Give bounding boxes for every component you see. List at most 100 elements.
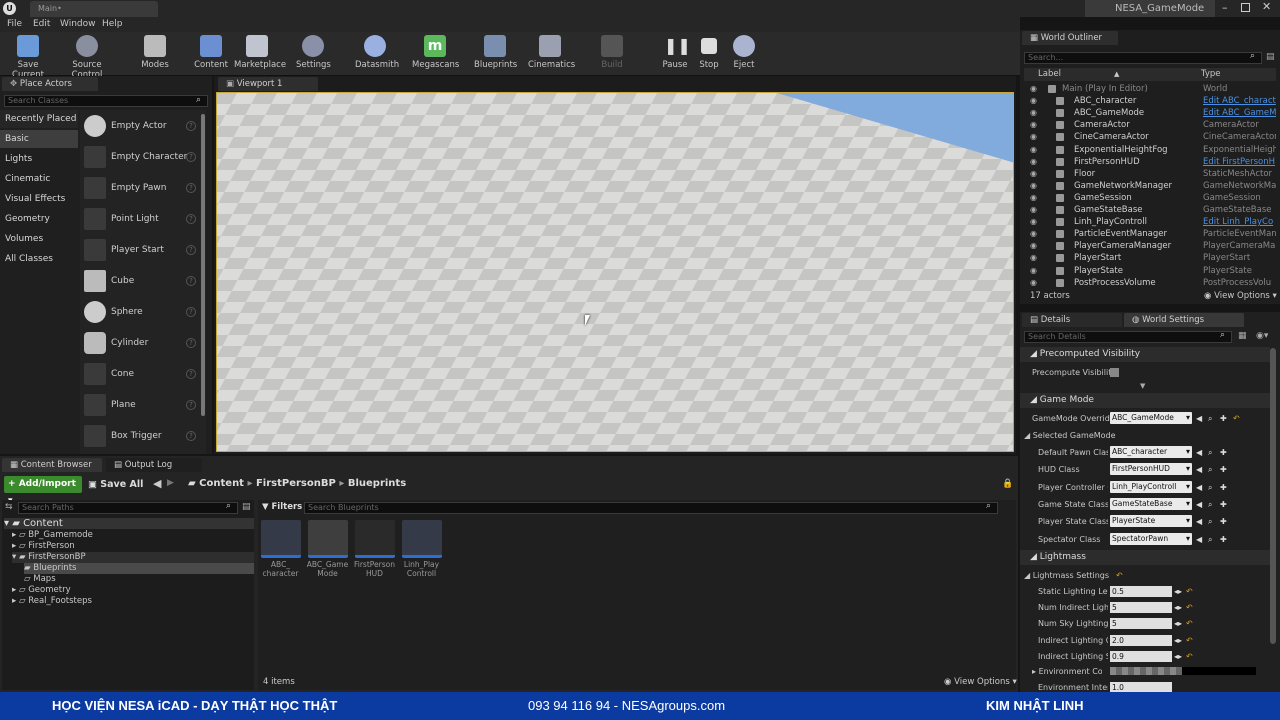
spin-arrows-icon[interactable]: ◂▸: [1174, 583, 1182, 600]
path-options-icon[interactable]: ▤: [242, 502, 251, 512]
breadcrumb-blueprints[interactable]: Blueprints: [348, 478, 406, 489]
visibility-eye-icon[interactable]: ◉: [1030, 193, 1039, 202]
help-icon[interactable]: ?: [186, 431, 196, 441]
help-icon[interactable]: ?: [186, 276, 196, 286]
class-dropdown[interactable]: ABC_character: [1110, 446, 1192, 458]
save-current-button[interactable]: Save Current: [4, 34, 52, 80]
help-icon[interactable]: ?: [186, 338, 196, 348]
tree-firstperson[interactable]: ▸ ▱ FirstPerson: [12, 541, 75, 552]
outliner-row[interactable]: ◉ PlayerState PlayerState: [1024, 265, 1276, 277]
visibility-eye-icon[interactable]: ◉: [1030, 242, 1039, 250]
place-actors-tab[interactable]: ✥ Place Actors: [2, 77, 98, 91]
numeric-input[interactable]: 2.0: [1110, 634, 1172, 646]
add-import-button[interactable]: + Add/Import ▾: [4, 476, 82, 506]
spin-arrows-icon[interactable]: ◂▸: [1174, 632, 1182, 649]
actor-player-start[interactable]: Player Start?: [82, 237, 204, 265]
precompute-visibility-checkbox[interactable]: [1110, 368, 1119, 377]
reset-icon[interactable]: ↶: [1186, 632, 1193, 649]
actor-cylinder[interactable]: Cylinder?: [82, 330, 204, 358]
search-classes-input[interactable]: Search Classes: [4, 95, 208, 107]
expand-arrow-icon[interactable]: ▼: [1140, 382, 1145, 390]
help-icon[interactable]: ?: [186, 307, 196, 317]
column-label[interactable]: Label: [1038, 68, 1061, 81]
menu-edit[interactable]: Edit: [33, 19, 50, 29]
output-log-tab[interactable]: ▤ Output Log: [106, 458, 202, 472]
lock-icon[interactable]: 🔒: [1002, 479, 1013, 489]
details-tab[interactable]: ▤ Details: [1022, 313, 1122, 327]
outliner-row[interactable]: ◉ ABC_character Edit ABC_charact: [1024, 95, 1276, 107]
browse-icon[interactable]: ⌕: [1208, 479, 1212, 496]
outliner-row[interactable]: ◉ ExponentialHeightFog ExponentialHeight: [1024, 144, 1276, 156]
settings-button[interactable]: Settings: [296, 34, 331, 74]
help-icon[interactable]: ?: [186, 369, 196, 379]
use-selected-arrow-icon[interactable]: ◀: [1196, 513, 1202, 530]
tree-content[interactable]: ▾ ▰ Content: [4, 518, 254, 529]
outliner-row[interactable]: ◉ CineCameraActor CineCameraActor: [1024, 131, 1276, 143]
visibility-eye-icon[interactable]: ◉: [1030, 97, 1039, 105]
actor-empty-character[interactable]: Empty Character?: [82, 144, 204, 172]
tree-firstpersonbp[interactable]: ▾ ▰ FirstPersonBP: [12, 552, 254, 563]
add-icon[interactable]: ✚: [1220, 496, 1227, 513]
use-selected-arrow-icon[interactable]: ◀: [1196, 531, 1202, 548]
lightmass-section[interactable]: ◢ Lightmass: [1020, 550, 1270, 565]
use-selected-arrow-icon[interactable]: ◀: [1196, 461, 1202, 478]
close-button[interactable]: ✕: [1262, 0, 1271, 13]
outliner-row[interactable]: ◉ Floor StaticMeshActor: [1024, 168, 1276, 180]
world-outliner-tab[interactable]: ▦ World Outliner: [1022, 31, 1118, 45]
outliner-row[interactable]: ◉ GameSession GameSession: [1024, 192, 1276, 204]
outliner-row[interactable]: ◉ ParticleEventManager ParticleEventMan: [1024, 228, 1276, 240]
browse-icon[interactable]: ⌕: [1208, 461, 1212, 478]
browse-icon[interactable]: ⌕: [1208, 531, 1212, 548]
modes-button[interactable]: Modes: [138, 34, 172, 74]
tree-bp-gamemode[interactable]: ▸ ▱ BP_Gamemode: [12, 530, 93, 541]
asset-abc-character[interactable]: ABC_ character: [259, 520, 302, 578]
browse-icon[interactable]: ⌕: [1208, 410, 1212, 427]
level-tab[interactable]: Main•: [30, 1, 158, 17]
details-options-icon[interactable]: ◉▾: [1256, 331, 1268, 341]
reset-icon[interactable]: ↶: [1233, 410, 1240, 427]
maximize-button[interactable]: [1241, 3, 1250, 12]
outliner-row[interactable]: ◉ Linh_PlayControll Edit Linh_PlayCo: [1024, 216, 1276, 228]
visibility-eye-icon[interactable]: ◉: [1030, 254, 1039, 262]
minimize-button[interactable]: –: [1222, 2, 1236, 14]
add-icon[interactable]: ✚: [1220, 513, 1227, 530]
outliner-row[interactable]: ◉ PlayerStart PlayerStart: [1024, 252, 1276, 264]
add-icon[interactable]: ✚: [1220, 531, 1227, 548]
add-icon[interactable]: ✚: [1220, 461, 1227, 478]
numeric-input[interactable]: 5: [1110, 618, 1172, 630]
content-button[interactable]: Content: [194, 34, 228, 74]
class-dropdown[interactable]: SpectatorPawn: [1110, 532, 1192, 545]
class-dropdown[interactable]: PlayerState: [1110, 515, 1192, 528]
actor-box-trigger[interactable]: Box Trigger?: [82, 423, 204, 451]
add-icon[interactable]: ✚: [1220, 479, 1227, 496]
back-arrow-icon[interactable]: ◀: [153, 477, 161, 490]
outliner-row[interactable]: ◉ GameStateBase GameStateBase: [1024, 204, 1276, 216]
search-details-input[interactable]: Search Details: [1024, 331, 1232, 343]
category-volumes[interactable]: Volumes: [0, 230, 78, 248]
visibility-eye-icon[interactable]: ◉: [1030, 145, 1039, 154]
outliner-search-input[interactable]: Search...: [1024, 52, 1262, 64]
asset-linh-playcontroll[interactable]: Linh_Play Controll: [400, 520, 443, 578]
search-paths-input[interactable]: Search Paths: [18, 502, 238, 514]
lightmass-settings-row[interactable]: ◢ Lightmass Settings ↶: [1020, 567, 1270, 584]
visibility-eye-icon[interactable]: ◉: [1030, 121, 1039, 129]
actor-sphere[interactable]: Sphere?: [82, 299, 204, 327]
forward-arrow-icon[interactable]: ▶: [167, 478, 174, 488]
asset-firstperson-hud[interactable]: FirstPerson HUD: [353, 520, 396, 578]
outliner-row-type[interactable]: Edit ABC_GameM: [1203, 107, 1276, 119]
category-visual-effects[interactable]: Visual Effects: [0, 190, 78, 208]
class-dropdown[interactable]: GameStateBase: [1110, 497, 1192, 510]
use-selected-arrow-icon[interactable]: ◀: [1196, 496, 1202, 513]
outliner-row-type[interactable]: Edit Linh_PlayCo: [1203, 216, 1276, 228]
outliner-row[interactable]: ◉ GameNetworkManager GameNetworkMan: [1024, 180, 1276, 192]
category-all-classes[interactable]: All Classes: [0, 250, 78, 268]
reset-icon[interactable]: ↶: [1116, 567, 1123, 584]
actor-cone[interactable]: Cone?: [82, 361, 204, 389]
save-all-button[interactable]: ▣ Save All: [88, 476, 143, 493]
precomputed-visibility-section[interactable]: ◢ Precomputed Visibility: [1020, 347, 1270, 362]
visibility-eye-icon[interactable]: ◉: [1030, 181, 1039, 190]
outliner-row[interactable]: ◉ PostProcessVolume PostProcessVolu: [1024, 277, 1276, 288]
help-icon[interactable]: ?: [186, 183, 196, 193]
browse-icon[interactable]: ⌕: [1208, 444, 1212, 461]
marketplace-button[interactable]: Marketplace: [234, 34, 286, 74]
